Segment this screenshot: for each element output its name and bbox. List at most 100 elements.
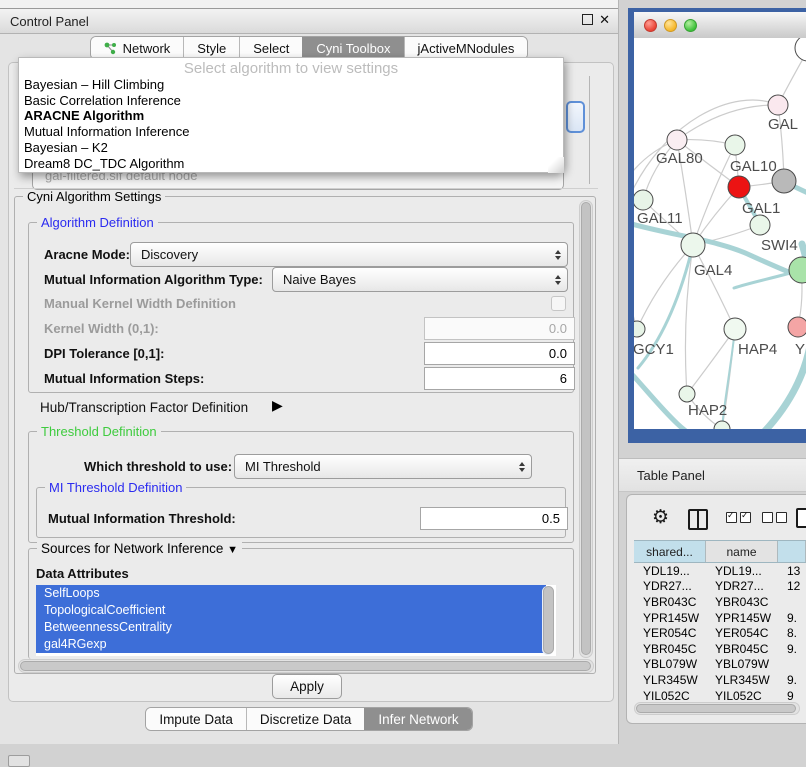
- aracne-mode-combo[interactable]: Discovery: [130, 242, 568, 267]
- settings-vertical-scrollbar[interactable]: [579, 200, 593, 658]
- table-row[interactable]: YBR045CYBR045C9.: [634, 641, 806, 657]
- network-node-swi4[interactable]: [750, 215, 770, 235]
- gear-icon[interactable]: ⚙: [652, 508, 669, 528]
- network-node-hap4[interactable]: [724, 318, 746, 340]
- bottom-tab-infer-network[interactable]: Infer Network: [364, 708, 471, 730]
- table-column-header[interactable]: [778, 541, 806, 562]
- network-node-gal[interactable]: [768, 95, 788, 115]
- algorithm-option[interactable]: Basic Correlation Inference: [19, 93, 563, 109]
- table-row[interactable]: YPR145WYPR145W9.: [634, 610, 806, 626]
- deselect-all-checkboxes-icon[interactable]: [762, 512, 787, 523]
- network-canvas[interactable]: GALGAL80GAL10GAL1GAL11SWI4GAL4GCY1HAP4YH…: [634, 38, 806, 429]
- mi-steps-field[interactable]: 6: [424, 367, 575, 390]
- network-node-gal1[interactable]: [728, 176, 750, 198]
- algorithm-option[interactable]: Bayesian – K2: [19, 140, 563, 156]
- float-window-icon[interactable]: [582, 14, 593, 25]
- algorithm-dropdown-placeholder: Select algorithm to view settings: [19, 58, 563, 77]
- bottom-tab-bar: Impute DataDiscretize DataInfer Network: [0, 707, 618, 731]
- partial-bottom-button[interactable]: [8, 755, 30, 767]
- table-row[interactable]: YLR345WYLR345W9.: [634, 672, 806, 688]
- attribute-list-item[interactable]: TopologicalCoefficient: [36, 602, 546, 619]
- partial-table-icon[interactable]: [796, 508, 806, 528]
- hub-expand-arrow-icon[interactable]: ▶: [272, 397, 283, 414]
- network-node-gcy1[interactable]: [634, 321, 645, 337]
- network-node[interactable]: [795, 38, 806, 61]
- table-horizontal-scrollbar[interactable]: [634, 702, 800, 715]
- kernel-width-field[interactable]: 0.0: [424, 317, 575, 340]
- table-cell: YDR27...: [706, 579, 778, 593]
- network-window-titlebar[interactable]: [634, 12, 806, 39]
- network-node-gal80[interactable]: [667, 130, 687, 150]
- bottom-tab-discretize-data[interactable]: Discretize Data: [246, 708, 365, 730]
- sources-title-text: Sources for Network Inference: [41, 541, 223, 556]
- table-column-header[interactable]: name: [706, 541, 778, 562]
- close-icon[interactable]: ✕: [599, 13, 610, 26]
- table-panel-title: Table Panel: [637, 468, 705, 483]
- table-row[interactable]: YER054CYER054C8.: [634, 625, 806, 641]
- table-panel-titlebar[interactable]: Table Panel: [619, 458, 806, 492]
- table-cell: YBL079W: [634, 657, 706, 671]
- zoom-traffic-light-icon[interactable]: [684, 19, 697, 32]
- network-node-gal4[interactable]: [681, 233, 705, 257]
- close-traffic-light-icon[interactable]: [644, 19, 657, 32]
- table-cell: YDL19...: [634, 564, 706, 578]
- table-row[interactable]: YIL052CYIL052C9: [634, 688, 806, 701]
- network-node-label: GAL10: [730, 158, 777, 175]
- table-cell: YBR045C: [634, 642, 706, 656]
- table-row[interactable]: YDR27...YDR27...12: [634, 579, 806, 595]
- network-node-y[interactable]: [788, 317, 806, 337]
- manual-kernel-width-checkbox[interactable]: [551, 296, 566, 311]
- dpi-tolerance-field[interactable]: 0.0: [424, 342, 575, 365]
- network-edge: [637, 245, 693, 329]
- algorithm-option[interactable]: ARACNE Algorithm: [19, 108, 563, 124]
- network-node[interactable]: [714, 421, 730, 429]
- table-row[interactable]: YBR043CYBR043C: [634, 594, 806, 610]
- minimize-traffic-light-icon[interactable]: [664, 19, 677, 32]
- mi-threshold-field[interactable]: 0.5: [420, 507, 568, 530]
- tab-network[interactable]: Network: [91, 37, 184, 59]
- network-node-label: GAL: [768, 116, 798, 133]
- data-attributes-list[interactable]: SelfLoopsTopologicalCoefficientBetweenne…: [36, 585, 556, 656]
- combo-spinner-icon: [555, 275, 561, 285]
- attributes-list-scrollbar[interactable]: [542, 586, 553, 655]
- attribute-list-item[interactable]: SelfLoops: [36, 585, 546, 602]
- hidden-combo-spinner[interactable]: [566, 101, 585, 133]
- apply-button[interactable]: Apply: [272, 674, 342, 699]
- hub-definition-label[interactable]: Hub/Transcription Factor Definition: [40, 400, 248, 415]
- network-node-gal11[interactable]: [634, 190, 653, 210]
- table-row[interactable]: YDL19...YDL19...13: [634, 563, 806, 579]
- split-columns-icon[interactable]: [688, 509, 708, 530]
- attribute-list-item[interactable]: BetweennessCentrality: [36, 619, 546, 636]
- table-column-header[interactable]: shared...: [634, 541, 706, 562]
- which-threshold-value: MI Threshold: [245, 459, 321, 474]
- network-node-hap2[interactable]: [679, 386, 695, 402]
- select-all-checkboxes-icon[interactable]: [726, 512, 751, 523]
- tab-style[interactable]: Style: [183, 37, 239, 59]
- network-node[interactable]: [772, 169, 796, 193]
- combo-spinner-icon: [555, 250, 561, 260]
- tab-select[interactable]: Select: [239, 37, 302, 59]
- tab-cyni-toolbox[interactable]: Cyni Toolbox: [302, 37, 403, 59]
- table-cell: YER054C: [634, 626, 706, 640]
- control-panel-titlebar[interactable]: Control Panel ✕: [0, 9, 618, 34]
- which-threshold-combo[interactable]: MI Threshold: [234, 454, 532, 479]
- algorithm-option[interactable]: Mutual Information Inference: [19, 124, 563, 140]
- algorithm-option[interactable]: Bayesian – Hill Climbing: [19, 77, 563, 93]
- settings-horizontal-scrollbar[interactable]: [18, 659, 594, 673]
- network-node-label: GAL11: [637, 210, 683, 227]
- bottom-tab-impute-data[interactable]: Impute Data: [146, 708, 246, 730]
- node-attribute-table[interactable]: shared...name YDL19...YDL19...13YDR27...…: [634, 540, 806, 701]
- table-row[interactable]: YBL079WYBL079W: [634, 657, 806, 673]
- network-node[interactable]: [789, 257, 806, 283]
- algorithm-option[interactable]: Dream8 DC_TDC Algorithm: [19, 156, 563, 172]
- network-node-label: Y: [795, 341, 805, 358]
- mi-steps-label: Mutual Information Steps:: [44, 371, 204, 386]
- network-node-gal10[interactable]: [725, 135, 745, 155]
- mi-algorithm-type-combo[interactable]: Naive Bayes: [272, 267, 568, 292]
- tab-jactivemnodules[interactable]: jActiveMNodules: [404, 37, 528, 59]
- network-node-label: GAL4: [694, 262, 732, 279]
- attribute-list-item[interactable]: gal4RGexp: [36, 636, 546, 653]
- table-cell: 9.: [778, 611, 806, 625]
- network-edge: [693, 245, 735, 329]
- sources-collapse-arrow-icon[interactable]: ▼: [227, 544, 238, 556]
